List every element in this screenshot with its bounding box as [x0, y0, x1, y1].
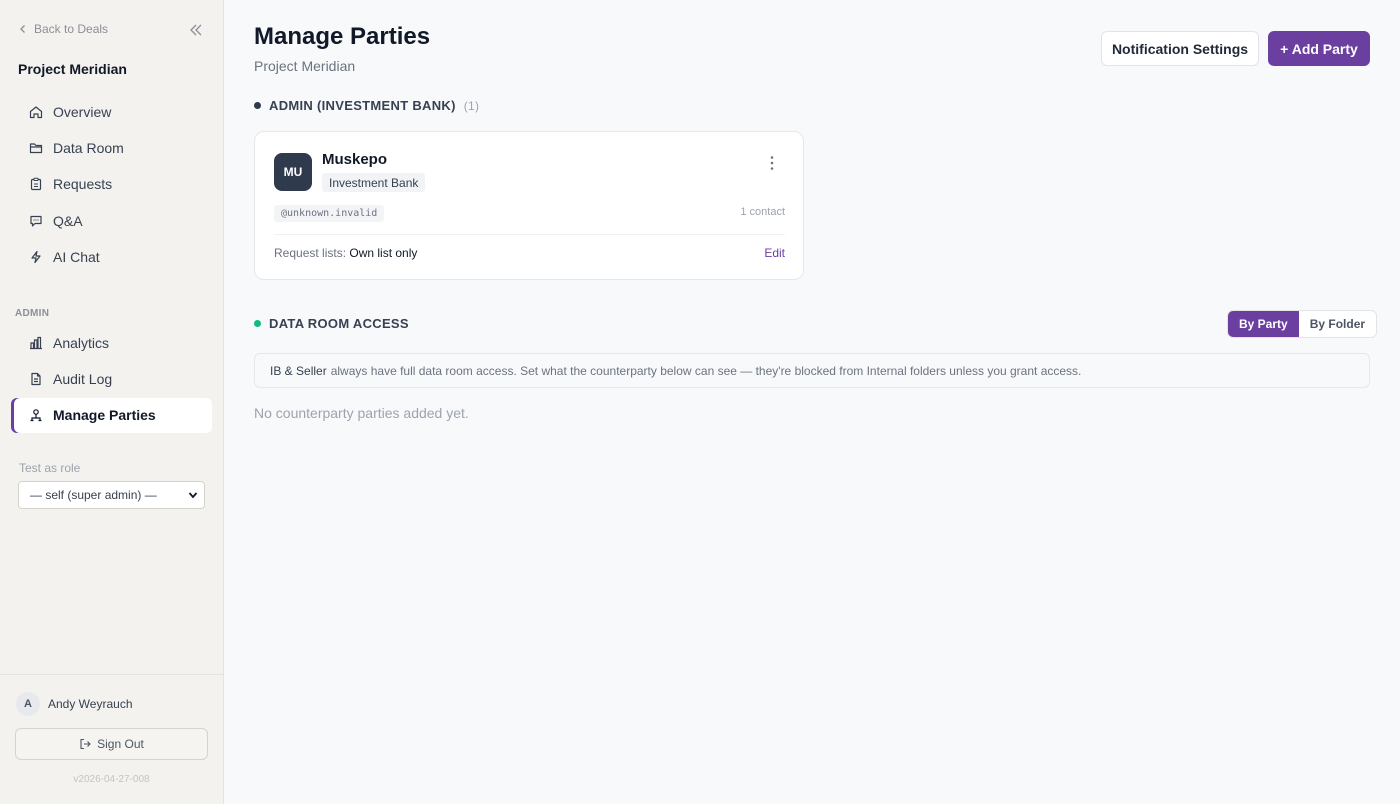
- more-options-icon[interactable]: [765, 154, 779, 172]
- admin-nav: Analytics Audit Log Manage Parties: [11, 325, 212, 434]
- sign-out-icon: [80, 738, 91, 750]
- sidebar: Back to Deals Project Meridian Overview …: [0, 0, 224, 804]
- nav-item-requests[interactable]: Requests: [11, 167, 212, 202]
- edit-party-link[interactable]: Edit: [764, 246, 785, 260]
- toggle-by-party[interactable]: By Party: [1228, 311, 1299, 337]
- data-room-section-header: DATA ROOM ACCESS: [254, 316, 409, 331]
- test-as-role-select[interactable]: — self (super admin) —: [18, 481, 205, 509]
- test-as-role-label: Test as role: [19, 461, 81, 475]
- nav-item-label: Analytics: [53, 334, 110, 351]
- admin-section-title: ADMIN (INVESTMENT BANK): [269, 98, 456, 113]
- nav-item-overview[interactable]: Overview: [11, 94, 212, 129]
- toggle-by-folder[interactable]: By Folder: [1299, 311, 1376, 337]
- chevron-down-icon: [188, 492, 198, 499]
- sidebar-footer: A Andy Weyrauch Sign Out v2026-04-27-008: [0, 674, 223, 785]
- clipboard-icon: [30, 178, 42, 191]
- folder-icon: [29, 143, 43, 153]
- collapse-sidebar-icon[interactable]: [188, 22, 204, 38]
- party-contacts-count: 1 contact: [740, 206, 785, 218]
- home-icon: [29, 105, 43, 118]
- people-icon: [30, 409, 42, 422]
- chevron-left-icon: [20, 25, 25, 33]
- info-strong-text: IB & Seller: [270, 363, 327, 378]
- admin-section-label: ADMIN: [15, 308, 50, 319]
- lightning-icon: [31, 250, 41, 264]
- data-room-info-box: IB & Seller always have full data room a…: [254, 353, 1370, 388]
- project-name: Project Meridian: [18, 61, 127, 77]
- page-subtitle: Project Meridian: [254, 58, 356, 74]
- document-icon: [31, 372, 41, 385]
- empty-state-message: No counterparty parties added yet.: [254, 405, 469, 421]
- version-label: v2026-04-27-008: [73, 774, 150, 785]
- nav-item-label: Audit Log: [53, 370, 113, 387]
- request-lists-value: Own list only: [349, 246, 418, 260]
- party-name: Muskepo: [322, 151, 388, 168]
- admin-section-header: ADMIN (INVESTMENT BANK) (1): [254, 98, 479, 113]
- nav-item-data-room[interactable]: Data Room: [11, 130, 212, 165]
- back-to-deals-link[interactable]: Back to Deals: [18, 22, 108, 36]
- nav-item-label: Requests: [53, 176, 113, 193]
- nav-item-label: Overview: [53, 103, 112, 120]
- nav-item-qa[interactable]: Q&A: [11, 203, 212, 238]
- party-domain: @unknown.invalid: [274, 205, 385, 222]
- section-dot: [254, 320, 261, 327]
- nav-item-label: AI Chat: [53, 249, 100, 266]
- sign-out-label: Sign Out: [97, 737, 144, 751]
- role-select-value: — self (super admin) —: [30, 488, 157, 502]
- nav-item-analytics[interactable]: Analytics: [11, 325, 212, 360]
- nav-item-label: Q&A: [53, 212, 83, 229]
- card-divider: [274, 234, 785, 235]
- request-lists: Request lists: Own list only: [274, 246, 417, 260]
- page-title: Manage Parties: [254, 23, 431, 50]
- party-avatar: MU: [274, 153, 312, 191]
- party-card: MU Muskepo Investment Bank @unknown.inva…: [254, 131, 804, 280]
- notification-settings-button[interactable]: Notification Settings: [1101, 31, 1259, 66]
- main-nav: Overview Data Room Requests Q&A AI Chat: [11, 94, 212, 276]
- nav-item-audit-log[interactable]: Audit Log: [11, 361, 212, 396]
- nav-item-label: Manage Parties: [53, 407, 156, 424]
- user-name: Andy Weyrauch: [48, 697, 133, 711]
- bar-chart-icon: [30, 336, 42, 349]
- party-type-badge: Investment Bank: [322, 173, 426, 192]
- info-text: always have full data room access. Set w…: [330, 363, 1082, 378]
- nav-item-manage-parties[interactable]: Manage Parties: [11, 397, 212, 433]
- section-dot: [254, 102, 261, 109]
- request-lists-label: Request lists:: [274, 246, 347, 260]
- admin-section-count: (1): [463, 98, 480, 113]
- chat-bubble-icon: [30, 215, 42, 227]
- nav-item-label: Data Room: [53, 139, 124, 156]
- avatar: A: [16, 692, 40, 716]
- nav-item-ai-chat[interactable]: AI Chat: [11, 240, 212, 275]
- sign-out-button[interactable]: Sign Out: [15, 728, 208, 760]
- back-to-deals-label: Back to Deals: [34, 22, 109, 36]
- add-party-button[interactable]: + Add Party: [1268, 31, 1370, 66]
- data-room-section-title: DATA ROOM ACCESS: [269, 316, 409, 331]
- view-toggle: By Party By Folder: [1227, 310, 1378, 338]
